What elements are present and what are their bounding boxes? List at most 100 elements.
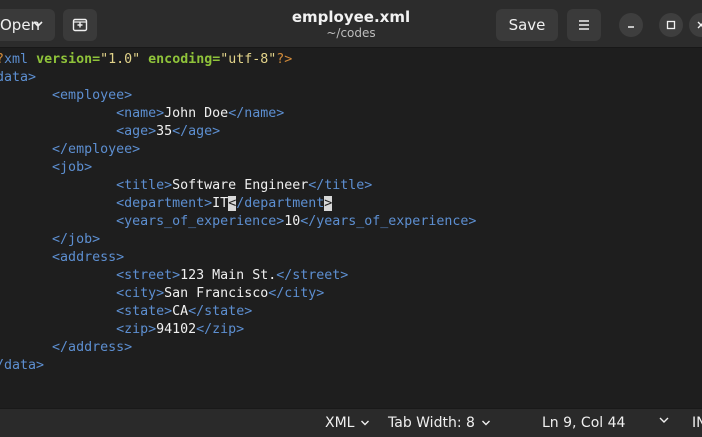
code-token: </employee> bbox=[52, 142, 141, 157]
code-token: </data> bbox=[0, 358, 45, 373]
code-token: </street> bbox=[276, 268, 349, 283]
main-menu-button[interactable] bbox=[567, 9, 601, 41]
code-line[interactable]: <employee> bbox=[0, 87, 476, 105]
text-cursor-highlight: < bbox=[228, 196, 237, 211]
code-line[interactable]: <job> bbox=[0, 159, 476, 177]
code-token: encoding bbox=[148, 52, 213, 67]
code-line[interactable]: <name>John Doe</name> bbox=[0, 105, 476, 123]
code-line[interactable]: <city>San Francisco</city> bbox=[0, 285, 476, 303]
code-line[interactable]: <?xml version="1.0" encoding="utf-8"?> bbox=[0, 51, 476, 69]
code-token: <zip> bbox=[116, 322, 157, 337]
code-token: Software Engineer bbox=[172, 178, 309, 193]
code-token: </zip> bbox=[196, 322, 245, 337]
status-bar: XML Tab Width: 8 Ln 9, Col 44 INS bbox=[0, 408, 702, 437]
code-token: ?> bbox=[276, 52, 293, 67]
cursor-position-label: Ln 9, Col 44 bbox=[542, 415, 626, 431]
code-token: </job> bbox=[52, 232, 101, 247]
code-token: 10 bbox=[284, 214, 301, 229]
close-icon bbox=[697, 21, 702, 29]
code-token: </address> bbox=[52, 340, 133, 355]
code-token: xml bbox=[4, 52, 29, 67]
code-token: <street> bbox=[116, 268, 181, 283]
code-content[interactable]: <?xml version="1.0" encoding="utf-8"?><d… bbox=[0, 51, 476, 375]
tab-width-label: Tab Width: 8 bbox=[388, 415, 475, 431]
code-token: </name> bbox=[228, 106, 285, 121]
minimize-icon bbox=[628, 26, 634, 28]
code-line[interactable]: <age>35</age> bbox=[0, 123, 476, 141]
code-token: 94102 bbox=[156, 322, 197, 337]
code-token: </city> bbox=[268, 286, 325, 301]
code-token: <department> bbox=[116, 196, 213, 211]
maximize-button[interactable] bbox=[659, 13, 683, 37]
code-line[interactable]: <street>123 Main St.</street> bbox=[0, 267, 476, 285]
open-button[interactable]: Open bbox=[0, 9, 55, 41]
save-button[interactable]: Save bbox=[496, 9, 558, 41]
code-token: <address> bbox=[52, 250, 125, 265]
code-token: <employee> bbox=[52, 88, 133, 103]
code-token: version bbox=[36, 52, 93, 67]
overflow-menu-toggle[interactable] bbox=[652, 415, 670, 425]
code-line[interactable]: </job> bbox=[0, 231, 476, 249]
code-line[interactable]: <title>Software Engineer</title> bbox=[0, 177, 476, 195]
chevron-down-icon bbox=[659, 417, 669, 423]
language-label: XML bbox=[325, 415, 355, 431]
code-line[interactable]: <address> bbox=[0, 249, 476, 267]
code-line[interactable]: </employee> bbox=[0, 141, 476, 159]
code-token: John Doe bbox=[164, 106, 229, 121]
insert-mode-indicator[interactable]: INS bbox=[692, 415, 702, 431]
code-line[interactable]: <department>IT</department> bbox=[0, 195, 476, 213]
tab-width-selector[interactable]: Tab Width: 8 bbox=[388, 415, 491, 431]
code-token: <title> bbox=[116, 178, 173, 193]
language-selector[interactable]: XML bbox=[325, 415, 370, 431]
code-token: </years_of_experience> bbox=[300, 214, 477, 229]
text-cursor-highlight: > bbox=[324, 196, 333, 211]
code-line[interactable]: </data> bbox=[0, 357, 476, 375]
code-line[interactable]: <state>CA</state> bbox=[0, 303, 476, 321]
code-token: 35 bbox=[156, 124, 173, 139]
chevron-down-icon bbox=[361, 420, 370, 426]
code-token: IT bbox=[212, 196, 229, 211]
close-button[interactable] bbox=[689, 13, 702, 37]
minimize-button[interactable] bbox=[619, 13, 643, 37]
new-tab-button[interactable] bbox=[63, 9, 97, 41]
code-token: = bbox=[92, 52, 101, 67]
code-line[interactable]: <zip>94102</zip> bbox=[0, 321, 476, 339]
text-editor-area[interactable]: <?xml version="1.0" encoding="utf-8"?><d… bbox=[0, 49, 702, 408]
code-token: CA bbox=[172, 304, 189, 319]
code-token: "utf-8" bbox=[220, 52, 277, 67]
code-line[interactable]: </address> bbox=[0, 339, 476, 357]
hamburger-menu-icon bbox=[579, 20, 589, 30]
chevron-down-icon bbox=[33, 21, 43, 28]
code-token: </title> bbox=[308, 178, 373, 193]
code-token: <city> bbox=[116, 286, 165, 301]
code-line[interactable]: <years_of_experience>10</years_of_experi… bbox=[0, 213, 476, 231]
new-tab-icon bbox=[72, 18, 88, 32]
chevron-down-icon bbox=[481, 420, 490, 426]
maximize-icon bbox=[666, 20, 676, 30]
code-token: <years_of_experience> bbox=[116, 214, 285, 229]
code-line[interactable]: <data> bbox=[0, 69, 476, 87]
code-token: 123 Main St. bbox=[180, 268, 277, 283]
cursor-position[interactable]: Ln 9, Col 44 bbox=[542, 415, 625, 431]
code-token: <state> bbox=[116, 304, 173, 319]
code-token: </state> bbox=[188, 304, 253, 319]
code-token: San Francisco bbox=[164, 286, 269, 301]
insert-mode-label: INS bbox=[692, 415, 702, 431]
code-token: <job> bbox=[52, 160, 93, 175]
